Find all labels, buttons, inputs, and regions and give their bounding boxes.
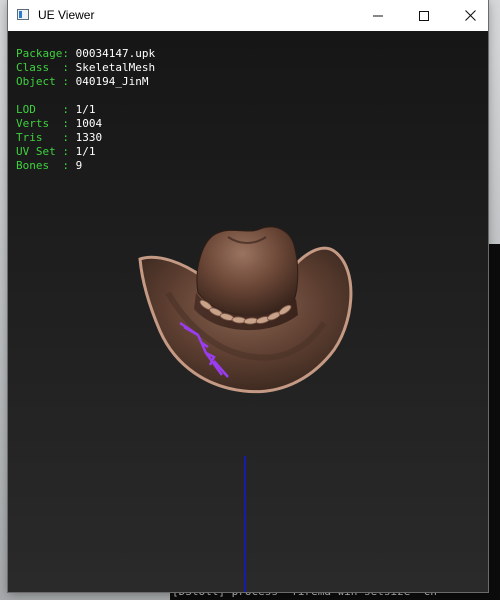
hat-crown: [196, 226, 299, 317]
ue-viewer-window: UE Viewer Package: 00034147.upk Class: …: [8, 0, 488, 592]
3d-viewport[interactable]: Package: 00034147.upk Class : SkeletalMe…: [8, 31, 488, 592]
minimize-button[interactable]: [355, 0, 401, 31]
minimize-icon: [373, 15, 383, 16]
maximize-icon: [419, 10, 429, 21]
ue-viewer-app-icon[interactable]: [17, 9, 29, 20]
window-title: UE Viewer: [38, 8, 95, 22]
background-console-window: [488, 244, 500, 600]
title-bar[interactable]: UE Viewer: [8, 0, 488, 31]
close-icon: [464, 10, 476, 21]
maximize-button[interactable]: [401, 0, 447, 31]
close-button[interactable]: [447, 0, 493, 31]
skeletal-mesh-hat-model[interactable]: [8, 31, 488, 592]
desktop-background: [DStoll] process firema wih setsize cn U…: [0, 0, 500, 600]
